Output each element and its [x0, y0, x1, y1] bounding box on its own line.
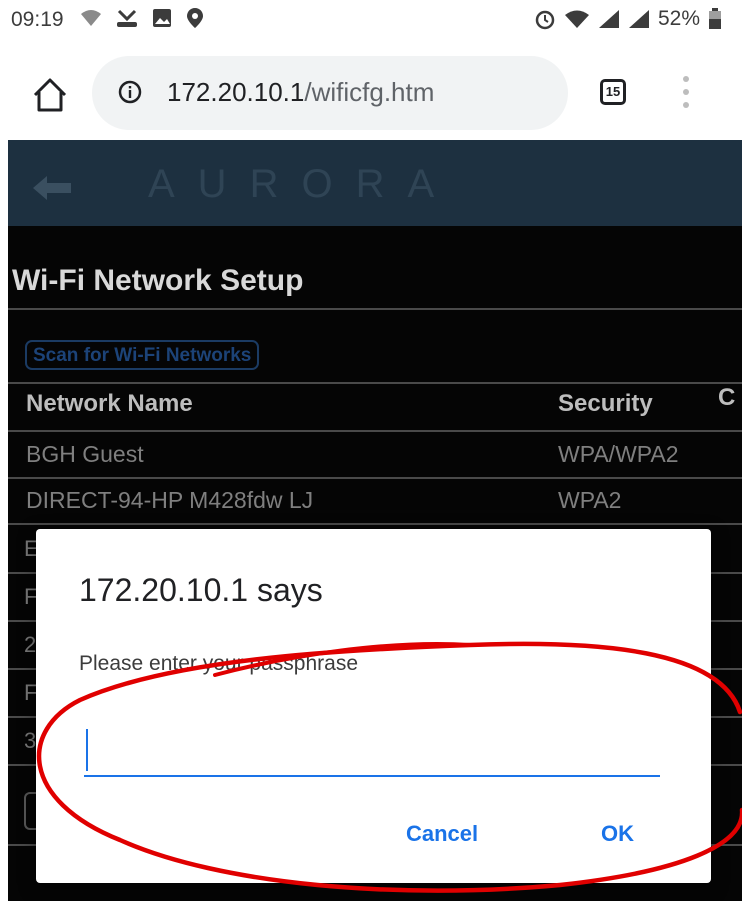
wifi-question-icon [81, 10, 101, 26]
system-icons: 52% [534, 7, 722, 31]
text-cursor [86, 729, 88, 771]
cancel-button[interactable]: Cancel [406, 821, 478, 847]
url-path: /wificfg.htm [304, 77, 435, 107]
dialog-message: Please enter your passphrase [79, 652, 358, 675]
divider [8, 430, 742, 432]
network-row-partial: 3 [24, 728, 37, 753]
network-row-security: WPA2 [558, 487, 622, 513]
page-title: Wi-Fi Network Setup [12, 264, 304, 297]
image-icon [153, 9, 171, 27]
partial-button-edge [24, 792, 36, 830]
signal-icon [598, 10, 619, 28]
dialog-title: 172.20.10.1 says [79, 572, 323, 608]
column-header-partial: C [718, 384, 736, 411]
prompt-dialog: 172.20.10.1 says Please enter your passp… [36, 529, 711, 883]
url-host: 172.20.10.1 [167, 77, 305, 107]
aurora-logo: AURORA [148, 162, 458, 206]
url-text[interactable]: 172.20.10.1/wificfg.htm [167, 77, 434, 108]
app-header: AURORA [8, 140, 742, 226]
network-row-partial: 2 [24, 632, 37, 657]
back-arrow-icon[interactable] [31, 174, 73, 202]
notification-icons [80, 7, 204, 29]
clock: 09:19 [11, 8, 64, 31]
location-pin-icon [187, 8, 203, 28]
home-icon[interactable] [30, 75, 70, 115]
divider [8, 382, 742, 384]
battery-percent: 52% [657, 7, 700, 30]
network-row-name[interactable]: DIRECT-94-HP M428fdw LJ [26, 487, 313, 514]
column-header-network-name: Network Name [26, 390, 193, 417]
alarm-icon [535, 10, 555, 30]
divider [8, 308, 742, 310]
signal-roaming-icon [628, 10, 649, 28]
status-bar: 09:19 52% [0, 0, 742, 40]
tab-switcher-button[interactable]: 15 [600, 79, 626, 105]
passphrase-input[interactable] [84, 721, 660, 777]
battery-icon [709, 8, 721, 29]
divider [8, 523, 742, 525]
wifi-icon [564, 10, 589, 28]
missed-call-icon [117, 9, 137, 27]
ok-button[interactable]: OK [601, 821, 634, 847]
network-row-name[interactable]: BGH Guest [26, 441, 144, 468]
browser-toolbar: 172.20.10.1/wificfg.htm 15 [0, 40, 742, 140]
scan-wifi-button[interactable]: Scan for Wi-Fi Networks [25, 340, 260, 370]
more-menu-icon[interactable] [676, 76, 696, 116]
network-row-security: WPA/WPA2 [558, 441, 679, 467]
address-bar[interactable]: 172.20.10.1/wificfg.htm [92, 56, 568, 130]
column-header-security: Security [558, 390, 653, 417]
info-icon[interactable] [118, 80, 142, 104]
divider [8, 477, 742, 479]
